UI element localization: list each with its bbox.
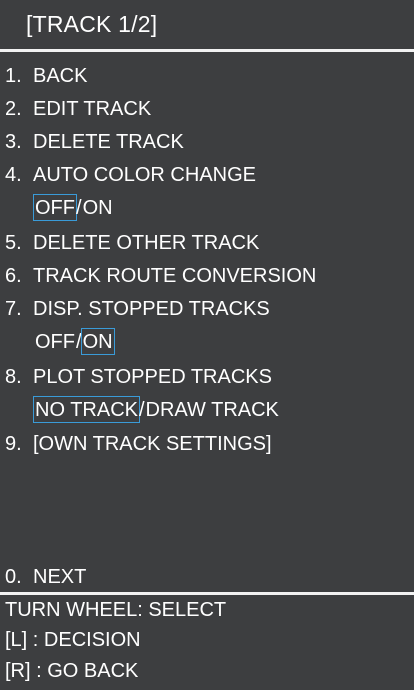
menu-item-number: 9. bbox=[5, 433, 22, 455]
menu-item-label: AUTO COLOR CHANGE bbox=[33, 164, 256, 186]
disp-stopped-tracks-option-off[interactable]: OFF bbox=[33, 328, 77, 355]
menu-item-label: NEXT bbox=[33, 566, 87, 588]
track-menu-screen: [TRACK 1/2] 1. BACK 2. EDIT TRACK 3. DEL… bbox=[0, 0, 414, 690]
plot-stopped-tracks-option-draw-track[interactable]: DRAW TRACK bbox=[144, 396, 281, 423]
auto-color-change-options: OFF/ON bbox=[33, 194, 115, 224]
guide-decision: [L] : DECISION bbox=[5, 629, 141, 651]
menu-item-label: TRACK ROUTE CONVERSION bbox=[33, 265, 317, 287]
menu-item-number: 4. bbox=[5, 164, 22, 186]
operation-guide: TURN WHEEL: SELECT [L] : DECISION [R] : … bbox=[0, 595, 414, 690]
menu-item-label: DELETE OTHER TRACK bbox=[33, 232, 260, 254]
menu-item-number: 5. bbox=[5, 232, 22, 254]
menu-title: [TRACK 1/2] bbox=[26, 11, 158, 37]
auto-color-change-option-off[interactable]: OFF bbox=[33, 194, 77, 221]
menu-item-number: 6. bbox=[5, 265, 22, 287]
menu-item-number: 3. bbox=[5, 131, 22, 153]
menu-item-number: 2. bbox=[5, 98, 22, 120]
menu-item-label: [OWN TRACK SETTINGS] bbox=[33, 433, 272, 455]
plot-stopped-tracks-options: NO TRACK/DRAW TRACK bbox=[33, 396, 281, 426]
track-menu: 1. BACK 2. EDIT TRACK 3. DELETE TRACK 4.… bbox=[0, 52, 414, 592]
title-bar: [TRACK 1/2] bbox=[0, 0, 414, 52]
guide-select: TURN WHEEL: SELECT bbox=[5, 599, 227, 621]
menu-item-number: 7. bbox=[5, 298, 22, 320]
menu-item-label: DISP. STOPPED TRACKS bbox=[33, 298, 270, 320]
plot-stopped-tracks-option-no-track[interactable]: NO TRACK bbox=[33, 396, 140, 423]
guide-go-back: [R] : GO BACK bbox=[5, 660, 139, 682]
menu-item-number: 8. bbox=[5, 366, 22, 388]
menu-item-label: EDIT TRACK bbox=[33, 98, 152, 120]
menu-item-label: PLOT STOPPED TRACKS bbox=[33, 366, 272, 388]
menu-item-label: DELETE TRACK bbox=[33, 131, 184, 153]
menu-item-number: 0. bbox=[5, 566, 22, 588]
disp-stopped-tracks-option-on[interactable]: ON bbox=[80, 328, 115, 355]
menu-item-label: BACK bbox=[33, 65, 88, 87]
menu-item-number: 1. bbox=[5, 65, 22, 87]
auto-color-change-option-on[interactable]: ON bbox=[81, 194, 115, 221]
disp-stopped-tracks-options: OFF/ON bbox=[33, 328, 115, 358]
